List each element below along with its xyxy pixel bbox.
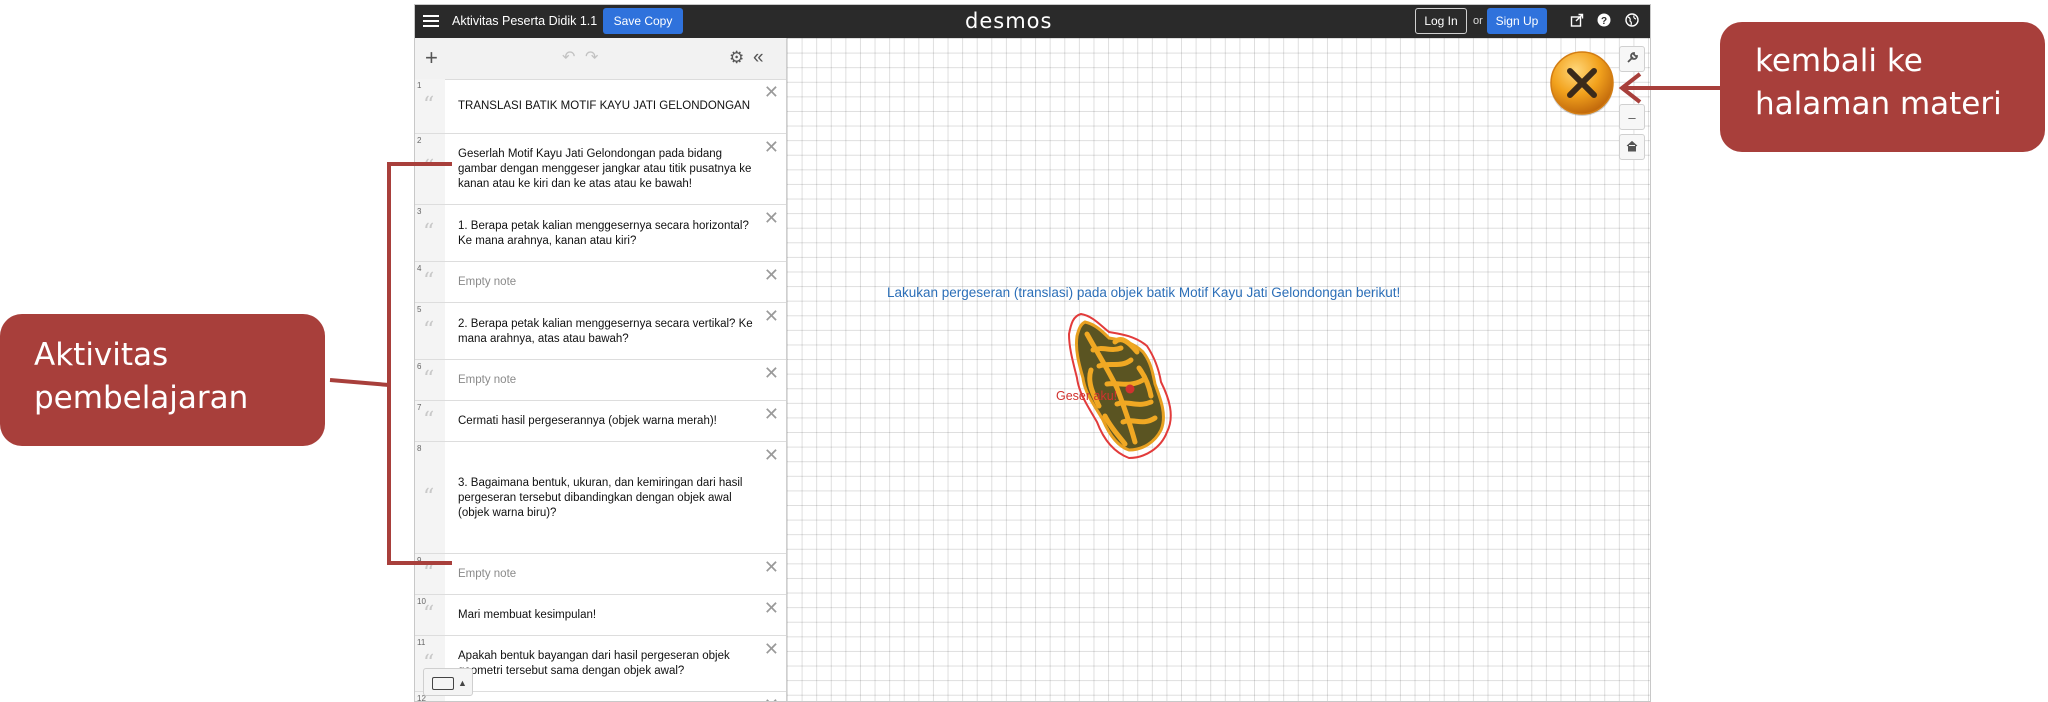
annotation-left-line2: pembelajaran <box>34 380 249 416</box>
annotation-back-to-material: kembali ke halaman materi <box>1720 22 2045 152</box>
annotation-right-line1: kembali ke <box>1755 43 1923 79</box>
annotation-right-line2: halaman materi <box>1755 86 2002 122</box>
annotation-learning-activities: Aktivitas pembelajaran <box>0 314 325 446</box>
annotation-left-line1: Aktivitas <box>34 337 169 373</box>
